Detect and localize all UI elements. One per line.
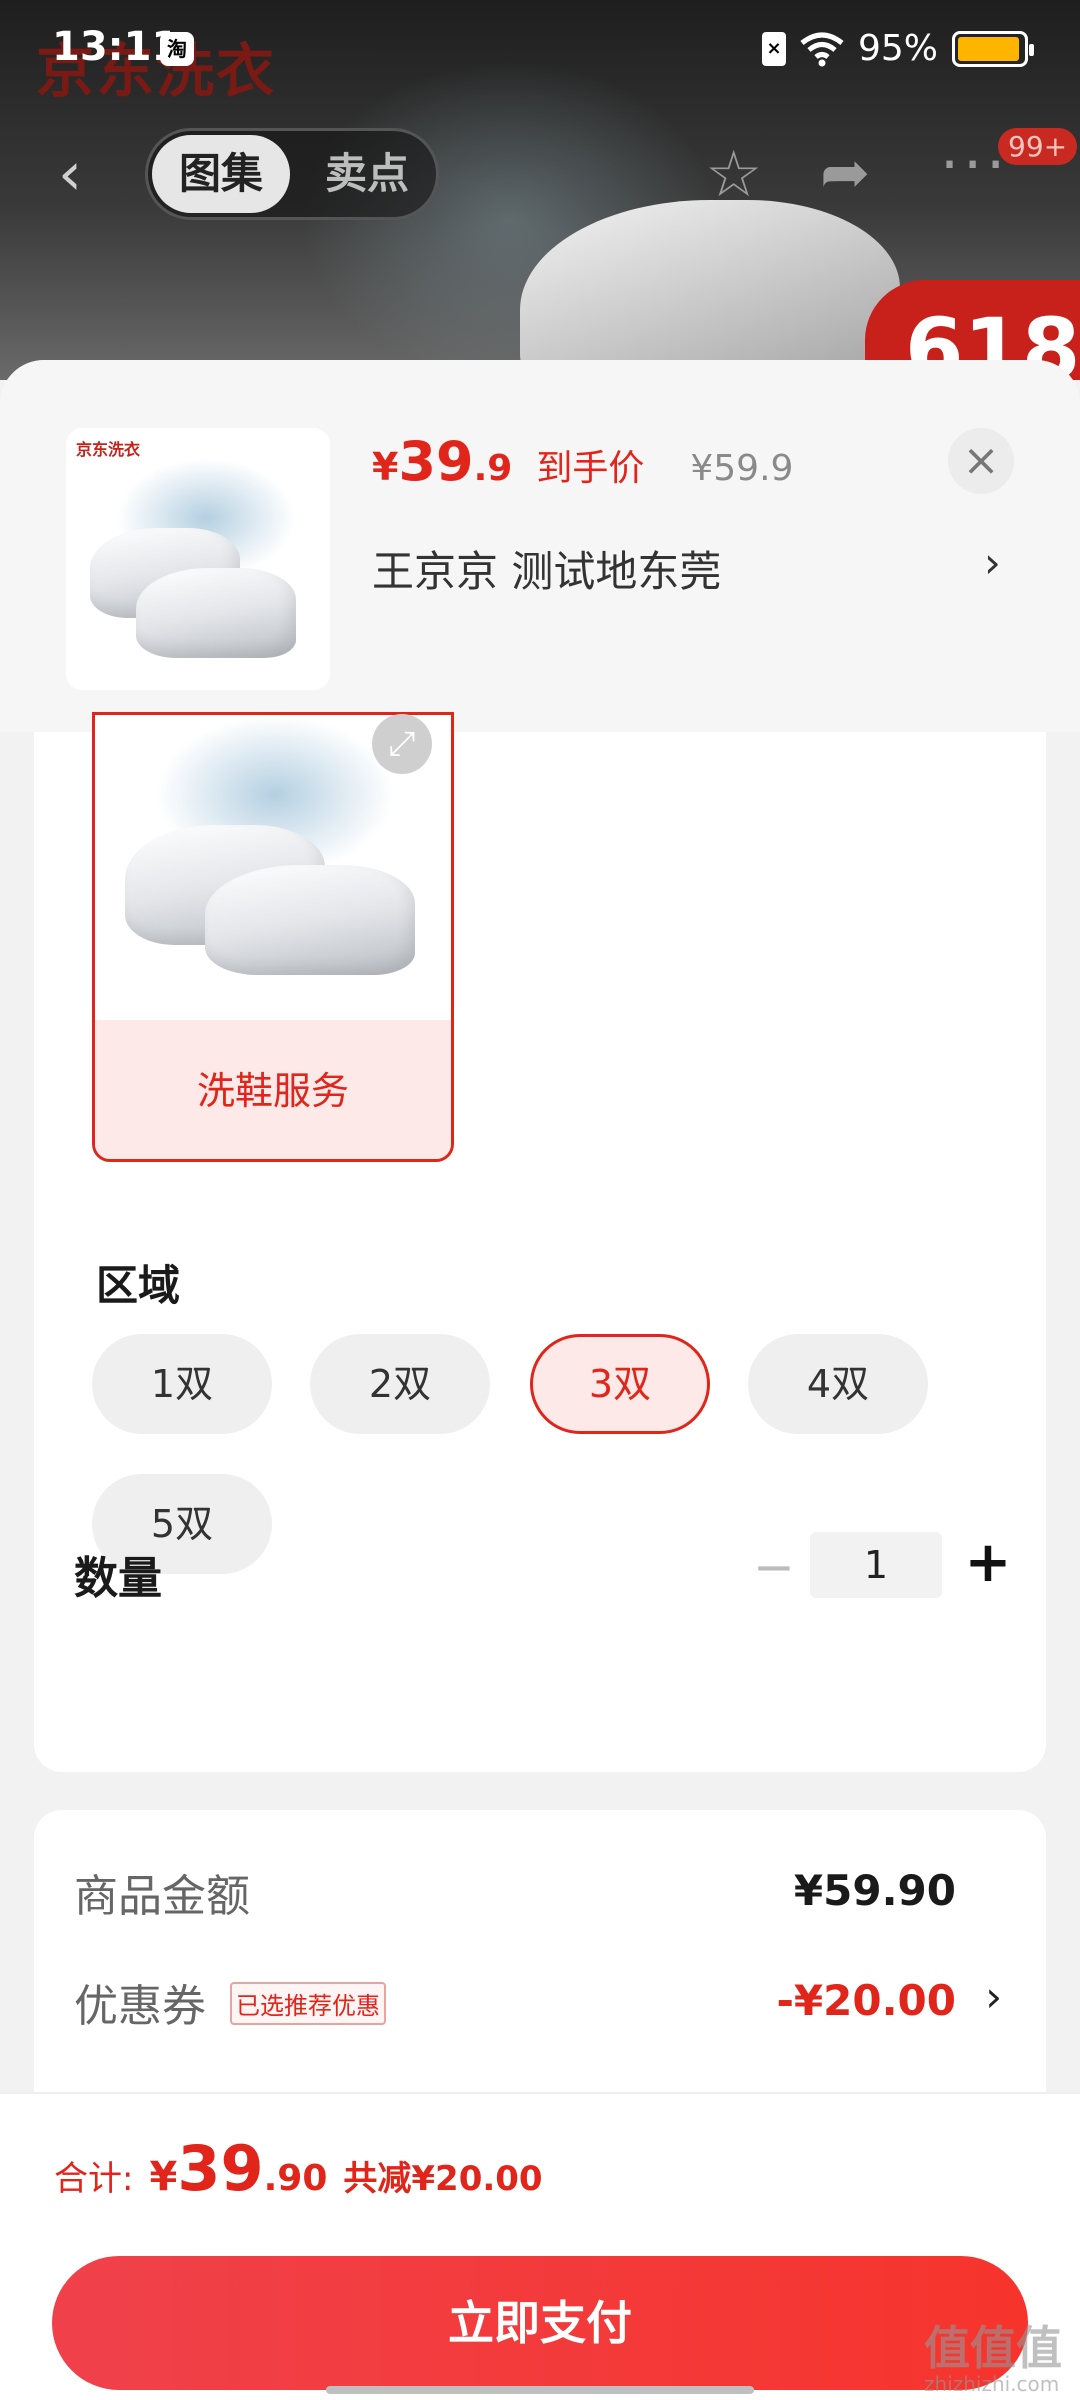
- sku-selection-sheet: 京东洗衣 ¥ 39 .9 到手价 ¥59.9 王京京 测试地东莞 › × 洗鞋服…: [0, 360, 1080, 2400]
- chevron-right-icon[interactable]: ›: [984, 538, 1001, 587]
- tab-gallery[interactable]: 图集: [152, 135, 290, 213]
- total-currency: ¥: [149, 2154, 178, 2200]
- chevron-right-icon[interactable]: ›: [985, 1972, 1002, 2021]
- product-thumbnail[interactable]: 京东洗衣: [66, 428, 330, 690]
- watermark-text: 值值值: [924, 2321, 1062, 2375]
- star-icon[interactable]: ☆: [705, 138, 762, 212]
- coupon-discount-value[interactable]: -¥20.00: [776, 1976, 956, 2025]
- goods-amount-value: ¥59.90: [793, 1866, 956, 1915]
- total-label: 合计:: [54, 2159, 134, 2199]
- options-card: 洗鞋服务 ⤢ 区域 1双 2双 3双 4双 5双 数量 − 1 +: [34, 712, 1046, 1772]
- region-title: 区域: [96, 1261, 181, 1310]
- coupon-recommended-badge: 已选推荐优惠: [230, 1982, 386, 2025]
- service-label: 洗鞋服务: [95, 1020, 451, 1159]
- watermark-url: zhizhizhi.com: [924, 2372, 1060, 2396]
- home-indicator[interactable]: [326, 2386, 754, 2394]
- status-bar: 13:11 淘 × 95%: [0, 0, 1080, 100]
- delivery-address[interactable]: 王京京 测试地东莞: [372, 538, 721, 599]
- message-count-badge: 99+: [998, 128, 1078, 165]
- battery-icon: [952, 30, 1034, 67]
- quantity-input[interactable]: 1: [810, 1532, 942, 1598]
- region-option-2[interactable]: 2双: [310, 1334, 490, 1434]
- quantity-increase-button[interactable]: +: [958, 1528, 1018, 1598]
- checkout-footer: 合计: ¥ 39 .90 共减¥20.00 立即支付: [0, 2092, 1080, 2400]
- watermark: 值值值 zhizhizhi.com: [924, 2312, 1062, 2396]
- region-option-3-selected[interactable]: 3双: [530, 1334, 710, 1434]
- final-price-tag: 到手价: [536, 448, 645, 489]
- battery-level-fill: [958, 36, 1019, 61]
- quantity-decrease-button[interactable]: −: [744, 1532, 804, 1602]
- price-row: ¥ 39 .9 到手价 ¥59.9: [372, 430, 793, 493]
- wifi-icon: [800, 32, 844, 66]
- gallery-tab-switch: 图集 卖点: [145, 128, 439, 220]
- total-decimal: .90: [263, 2158, 328, 2199]
- taobao-app-icon: 淘: [160, 32, 194, 66]
- share-icon[interactable]: ➦: [820, 138, 870, 208]
- service-option-card[interactable]: 洗鞋服务: [92, 712, 454, 1162]
- region-option-4[interactable]: 4双: [748, 1334, 928, 1434]
- original-price: ¥59.9: [690, 448, 794, 489]
- shoe-graphic-front: [136, 568, 296, 658]
- price-decimal: .9: [473, 448, 513, 489]
- top-nav-bar: ‹ 图集 卖点 ☆ ➦ ··· 99+: [0, 124, 1080, 224]
- close-button[interactable]: ×: [948, 428, 1014, 494]
- sim-off-icon: ×: [761, 31, 786, 66]
- total-row: 合计: ¥ 39 .90 共减¥20.00: [54, 2132, 543, 2205]
- back-icon[interactable]: ‹: [58, 144, 112, 204]
- total-saved: 共减¥20.00: [343, 2159, 543, 2199]
- price-currency: ¥: [372, 445, 399, 489]
- expand-icon[interactable]: ⤢: [372, 714, 432, 774]
- status-indicators: × 95%: [761, 28, 1034, 69]
- product-summary-header: 京东洗衣 ¥ 39 .9 到手价 ¥59.9 王京京 测试地东莞 › ×: [0, 360, 1080, 732]
- quantity-label: 数量: [74, 1553, 162, 1604]
- region-option-1[interactable]: 1双: [92, 1334, 272, 1434]
- thumbnail-brand-text: 京东洗衣: [76, 440, 141, 459]
- coupon-label: 优惠券: [74, 1981, 206, 2032]
- service-shoe-front: [205, 865, 415, 975]
- battery-percent: 95%: [857, 28, 938, 69]
- price-summary-card: 商品金额 ¥59.90 优惠券 已选推荐优惠 -¥20.00 ›: [34, 1810, 1046, 2140]
- tab-selling-points[interactable]: 卖点: [298, 135, 436, 213]
- total-integer: 39: [177, 2132, 264, 2205]
- pay-now-button[interactable]: 立即支付: [52, 2256, 1028, 2390]
- goods-amount-label: 商品金额: [74, 1871, 250, 1922]
- price-integer: 39: [398, 430, 474, 493]
